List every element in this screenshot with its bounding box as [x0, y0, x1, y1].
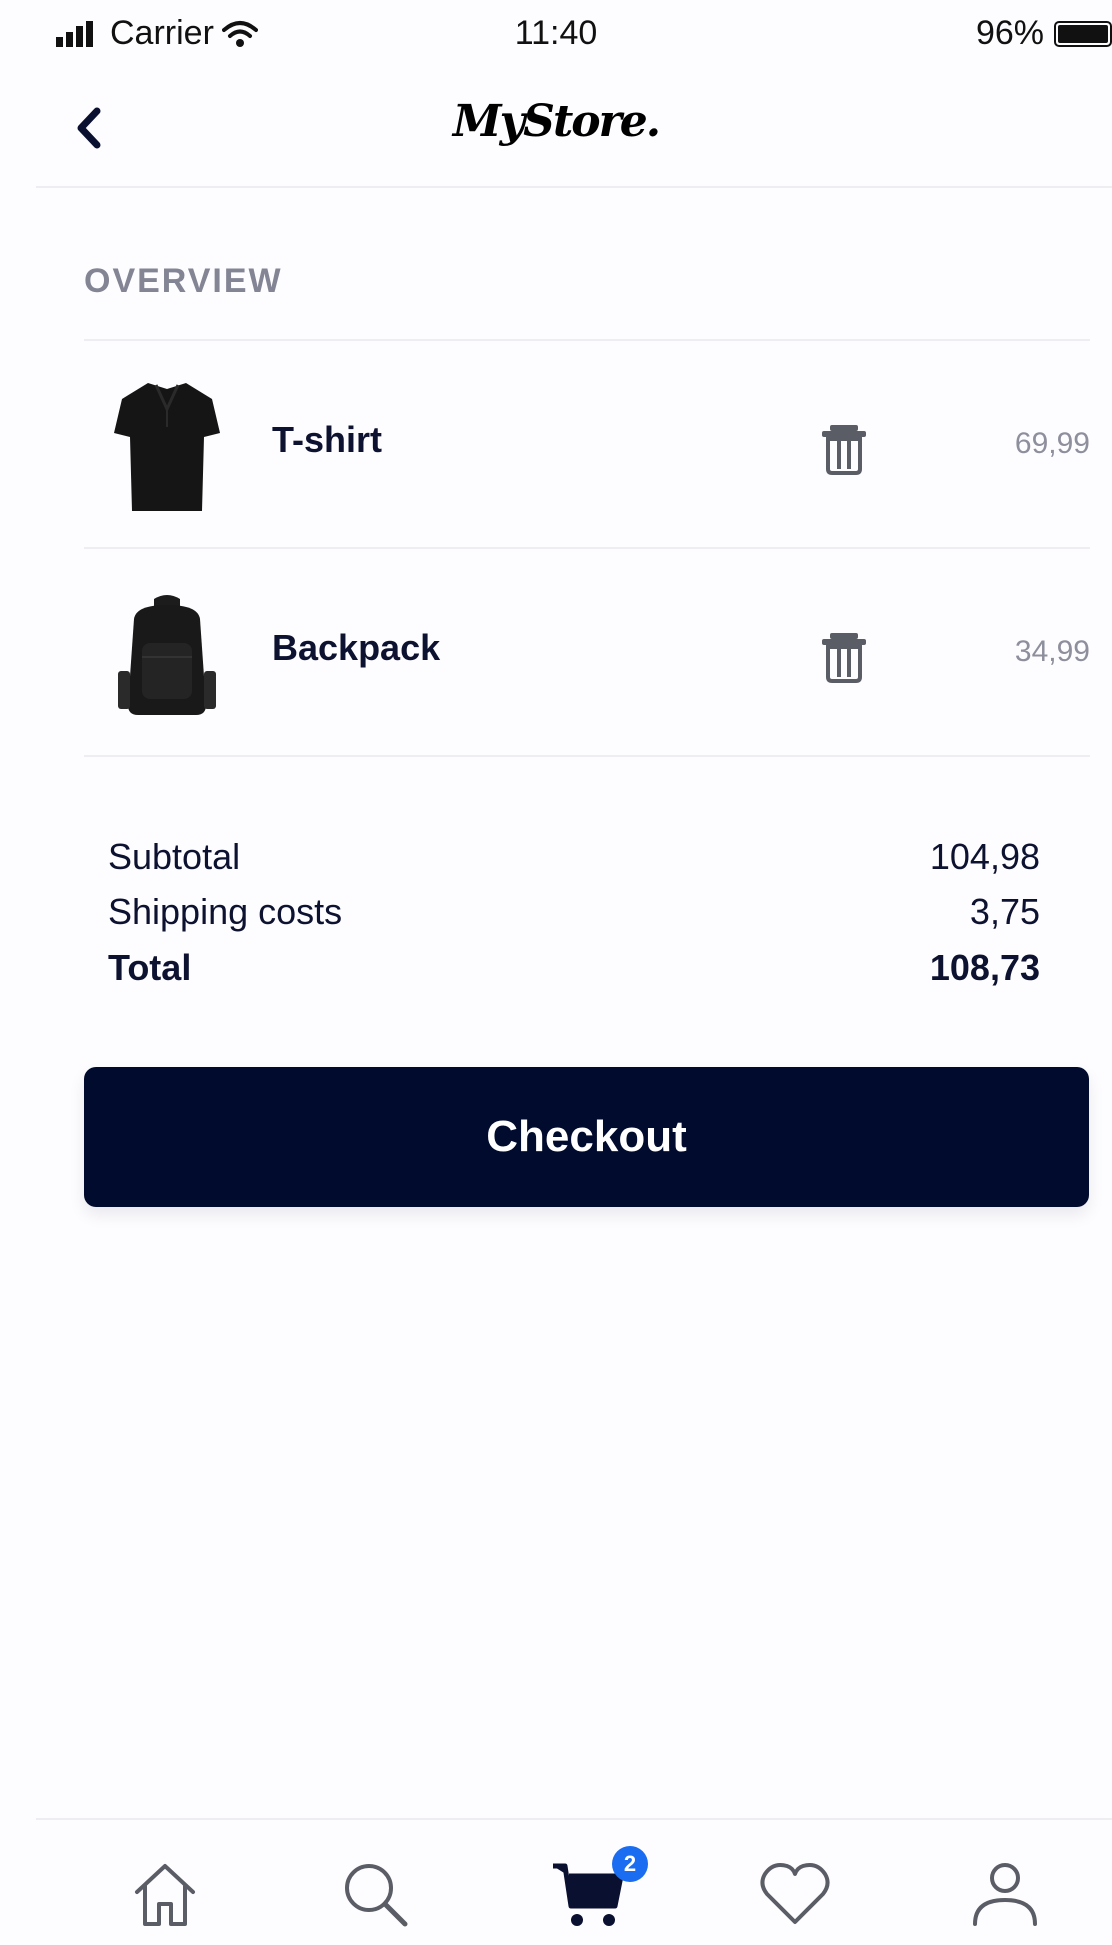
tshirt-image	[114, 383, 220, 511]
delete-button[interactable]	[820, 423, 868, 475]
home-icon	[135, 1864, 195, 1926]
cart-item-backpack: Backpack 34,99	[84, 549, 1090, 755]
tabbar-divider	[36, 1818, 1112, 1820]
subtotal-label: Subtotal	[108, 836, 241, 877]
total-label: Total	[108, 947, 192, 988]
search-icon	[345, 1864, 408, 1927]
trash-icon	[822, 425, 866, 475]
trash-icon	[822, 633, 866, 683]
battery-icon	[1054, 20, 1112, 47]
delete-button[interactable]	[820, 631, 868, 683]
divider	[84, 755, 1090, 757]
backpack-image	[118, 595, 216, 715]
tab-home[interactable]	[120, 1854, 210, 1934]
checkout-button[interactable]: Checkout	[84, 1067, 1089, 1207]
shipping-label: Shipping costs	[108, 891, 343, 932]
subtotal-value: 104,98	[929, 836, 1040, 877]
store-logo: MyStore.	[452, 96, 661, 147]
total-value: 108,73	[929, 947, 1040, 988]
status-battery: 96%	[976, 14, 1112, 53]
heart-icon	[760, 1863, 830, 1924]
cart-badge: 2	[612, 1846, 648, 1882]
item-name: Backpack	[272, 627, 441, 668]
shipping-value: 3,75	[969, 891, 1040, 932]
item-name: T-shirt	[272, 419, 383, 460]
tab-search[interactable]	[330, 1854, 420, 1934]
section-title: OVERVIEW	[84, 262, 283, 300]
item-price: 34,99	[1014, 635, 1090, 668]
status-time: 11:40	[514, 14, 598, 52]
header-divider	[36, 186, 1112, 188]
cart-item-tshirt: T-shirt 69,99	[84, 341, 1090, 547]
tab-favorites[interactable]	[750, 1854, 840, 1934]
battery-percent: 96%	[975, 14, 1044, 52]
user-icon	[973, 1863, 1037, 1926]
tab-profile[interactable]	[960, 1854, 1050, 1934]
item-price: 69,99	[1014, 427, 1090, 460]
